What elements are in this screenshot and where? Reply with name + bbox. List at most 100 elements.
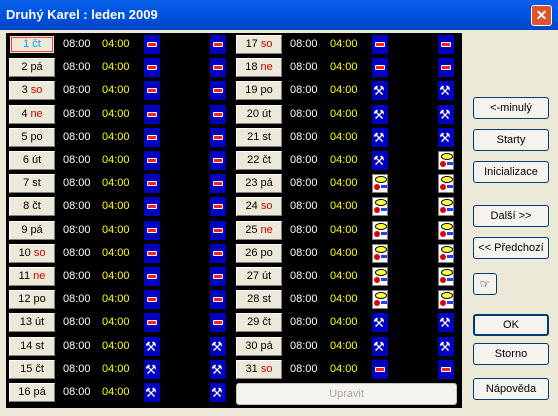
shift-status-icon[interactable] [372,35,388,54]
shift-status-icon[interactable] [372,197,388,217]
shift-status-icon[interactable] [210,197,226,217]
day-cell-14[interactable]: 14st [9,336,55,356]
duration-time[interactable]: 04:00 [330,340,358,352]
shift-status-icon[interactable] [144,104,160,124]
shift-status-icon[interactable] [210,58,226,78]
duration-time[interactable]: 04:00 [330,154,358,166]
start-time[interactable]: 08:00 [63,316,91,328]
duration-time[interactable]: 04:00 [330,247,358,259]
start-time[interactable]: 08:00 [63,177,91,189]
start-time[interactable]: 08:00 [290,224,318,236]
start-time[interactable]: 08:00 [290,38,318,50]
shift-status-icon[interactable]: ⚒ [438,336,454,356]
day-cell-25[interactable]: 25 ne [236,220,282,240]
shift-status-icon[interactable] [144,313,160,333]
duration-time[interactable]: 04:00 [330,61,358,73]
duration-time[interactable]: 04:00 [330,316,358,328]
shift-status-icon[interactable] [144,197,160,217]
shift-status-icon[interactable]: ⚒ [372,151,388,170]
duration-time[interactable]: 04:00 [102,200,130,212]
shift-status-icon[interactable] [438,220,454,240]
day-cell-7[interactable]: 7st [9,174,55,194]
start-time[interactable]: 08:00 [290,316,318,328]
shift-status-icon[interactable]: ⚒ [438,127,454,147]
shift-status-icon[interactable]: ⚒ [372,81,388,101]
day-cell-22[interactable]: 22 čt [236,151,282,170]
duration-time[interactable]: 04:00 [102,340,130,352]
day-cell-17[interactable]: 17 so [236,35,282,54]
day-cell-20[interactable]: 20 út [236,104,282,124]
start-time[interactable]: 08:00 [63,247,91,259]
day-cell-6[interactable]: 6 út [9,151,55,170]
next-button[interactable]: Další >> [473,205,549,227]
duration-time[interactable]: 04:00 [102,293,130,305]
shift-status-icon[interactable]: ⚒ [144,336,160,356]
duration-time[interactable]: 04:00 [330,84,358,96]
day-cell-30[interactable]: 30 pá [236,336,282,356]
start-time[interactable]: 08:00 [63,293,91,305]
day-cell-5[interactable]: 5 po [9,127,55,147]
day-cell-31[interactable]: 31 so [236,359,282,379]
cancel-button[interactable]: Storno [473,343,549,365]
duration-time[interactable]: 04:00 [102,363,130,375]
start-time[interactable]: 08:00 [63,38,91,50]
shift-status-icon[interactable]: ⚒ [438,81,454,101]
day-cell-28[interactable]: 28st [236,290,282,310]
start-time[interactable]: 08:00 [63,340,91,352]
day-cell-13[interactable]: 13 út [9,313,55,333]
start-time[interactable]: 08:00 [63,200,91,212]
start-time[interactable]: 08:00 [63,154,91,166]
shift-status-icon[interactable] [438,151,454,170]
start-time[interactable]: 08:00 [290,270,318,282]
shift-status-icon[interactable] [438,243,454,263]
shift-status-icon[interactable]: ⚒ [438,104,454,124]
shift-status-icon[interactable]: ⚒ [372,104,388,124]
shift-status-icon[interactable] [372,290,388,310]
duration-time[interactable]: 04:00 [102,84,130,96]
duration-time[interactable]: 04:00 [102,154,130,166]
day-cell-29[interactable]: 29 čt [236,313,282,333]
duration-time[interactable]: 04:00 [102,38,130,50]
start-time[interactable]: 08:00 [290,293,318,305]
shift-status-icon[interactable] [210,81,226,101]
shift-status-icon[interactable]: ⚒ [372,336,388,356]
start-time[interactable]: 08:00 [63,270,91,282]
shift-status-icon[interactable] [372,220,388,240]
day-cell-2[interactable]: 2 pá [9,58,55,78]
shift-status-icon[interactable]: ⚒ [210,359,226,379]
shift-status-icon[interactable] [372,267,388,286]
duration-time[interactable]: 04:00 [330,177,358,189]
shift-status-icon[interactable] [210,127,226,147]
title-bar[interactable]: Druhý Karel : leden 2009 ✕ [0,0,558,30]
shift-status-icon[interactable] [210,220,226,240]
start-time[interactable]: 08:00 [290,61,318,73]
day-cell-26[interactable]: 26 po [236,243,282,263]
help-button[interactable]: Nápověda [473,378,549,400]
duration-time[interactable]: 04:00 [102,316,130,328]
shift-status-icon[interactable] [144,220,160,240]
edit-button[interactable]: Upravit [236,383,457,405]
day-cell-9[interactable]: 9 pá [9,220,55,240]
day-cell-8[interactable]: 8 čt [9,197,55,217]
duration-time[interactable]: 04:00 [330,38,358,50]
duration-time[interactable]: 04:00 [330,131,358,143]
shift-status-icon[interactable]: ⚒ [438,313,454,333]
duration-time[interactable]: 04:00 [330,224,358,236]
start-time[interactable]: 08:00 [290,200,318,212]
day-cell-24[interactable]: 24 so [236,197,282,217]
shift-status-icon[interactable] [372,174,388,194]
inicializace-button[interactable]: Inicializace [473,161,549,183]
start-time[interactable]: 08:00 [63,131,91,143]
shift-status-icon[interactable] [210,243,226,263]
day-cell-19[interactable]: 19 po [236,81,282,101]
shift-status-icon[interactable] [144,58,160,78]
shift-status-icon[interactable] [438,290,454,310]
shift-status-icon[interactable] [372,58,388,78]
day-cell-23[interactable]: 23 pá [236,174,282,194]
duration-time[interactable]: 04:00 [102,270,130,282]
shift-status-icon[interactable] [210,313,226,333]
hand-pointer-icon[interactable]: ☞ [473,273,497,295]
day-cell-4[interactable]: 4 ne [9,104,55,124]
shift-status-icon[interactable] [372,243,388,263]
shift-status-icon[interactable] [210,35,226,54]
